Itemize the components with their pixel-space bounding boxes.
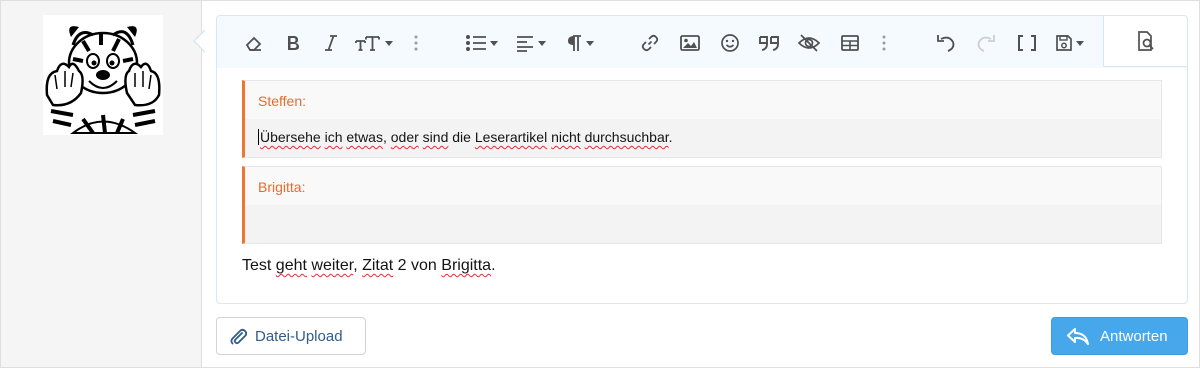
preview-button[interactable]	[1103, 16, 1187, 67]
speech-arrow	[193, 29, 206, 53]
quote-block[interactable]: Brigitta:	[242, 166, 1162, 244]
bold-button[interactable]	[281, 29, 305, 57]
brackets-icon	[1018, 35, 1036, 51]
reply-label: Antworten	[1100, 327, 1168, 345]
file-upload-button[interactable]: Datei-Upload	[216, 317, 366, 355]
user-column	[1, 1, 202, 367]
toggle-bbcode-button[interactable]	[1015, 29, 1039, 57]
align-left-icon	[516, 36, 533, 52]
italic-button[interactable]	[319, 29, 343, 57]
drafts-button[interactable]	[1051, 29, 1087, 57]
list-icon	[465, 35, 486, 51]
insert-image-button[interactable]	[677, 29, 703, 57]
tiger-cartoon-avatar-image	[43, 15, 163, 135]
link-icon	[641, 34, 659, 52]
reply-body-text: Test geht weiter, Zitat 2 von Brigitta.	[242, 257, 496, 274]
text-cursor	[258, 129, 259, 145]
quote-author: Brigitta:	[245, 167, 1161, 205]
image-icon	[680, 35, 700, 51]
redo-button[interactable]	[973, 29, 999, 57]
italic-icon	[325, 35, 337, 51]
align-button[interactable]	[513, 29, 547, 57]
avatar[interactable]	[43, 15, 163, 135]
insert-table-button[interactable]	[837, 29, 863, 57]
rich-text-editor[interactable]: Steffen: Übersehe ich etwas, oder sind d…	[216, 15, 1188, 304]
more-insert-options-button[interactable]	[875, 29, 893, 57]
redo-icon	[977, 35, 995, 52]
paragraph-button[interactable]	[561, 29, 597, 57]
paragraph-icon	[567, 35, 581, 51]
upload-label: Datei-Upload	[255, 327, 343, 345]
editor-toolbar	[217, 16, 1187, 68]
chevron-down-icon	[1075, 40, 1084, 46]
list-button[interactable]	[463, 29, 499, 57]
quote-button[interactable]	[755, 29, 783, 57]
eraser-icon	[245, 36, 262, 51]
spoiler-button[interactable]	[795, 29, 823, 57]
quote-author: Steffen:	[245, 81, 1161, 119]
chevron-down-icon	[384, 40, 393, 46]
quote-content: Übersehe ich etwas, oder sind die Lesera…	[245, 119, 1161, 157]
insert-link-button[interactable]	[637, 29, 663, 57]
remove-formatting-button[interactable]	[241, 29, 267, 57]
undo-icon	[937, 35, 955, 52]
quote-content	[245, 205, 1161, 243]
more-vertical-icon	[882, 35, 886, 51]
chevron-down-icon	[489, 40, 498, 46]
quote-icon	[759, 36, 779, 51]
text-size-button[interactable]	[353, 29, 393, 57]
chevron-down-icon	[585, 40, 594, 46]
reply-form: Steffen: Übersehe ich etwas, oder sind d…	[0, 0, 1200, 368]
more-text-options-button[interactable]	[407, 29, 425, 57]
insert-emoji-button[interactable]	[717, 29, 743, 57]
paperclip-icon	[230, 328, 247, 345]
smiley-icon	[721, 34, 739, 52]
quote-text: Übersehe ich etwas, oder sind die Lesera…	[260, 129, 673, 145]
floppy-disk-icon	[1055, 35, 1072, 51]
bold-icon	[288, 36, 299, 50]
chevron-down-icon	[537, 40, 546, 46]
eye-slash-icon	[797, 34, 821, 52]
preview-icon	[1137, 31, 1154, 51]
quote-block[interactable]: Steffen: Übersehe ich etwas, oder sind d…	[242, 80, 1162, 158]
text-size-icon	[354, 36, 380, 51]
reply-arrow-icon	[1067, 328, 1089, 345]
table-icon	[841, 35, 859, 51]
reply-submit-button[interactable]: Antworten	[1051, 317, 1188, 355]
undo-button[interactable]	[933, 29, 959, 57]
more-vertical-icon	[414, 35, 418, 51]
